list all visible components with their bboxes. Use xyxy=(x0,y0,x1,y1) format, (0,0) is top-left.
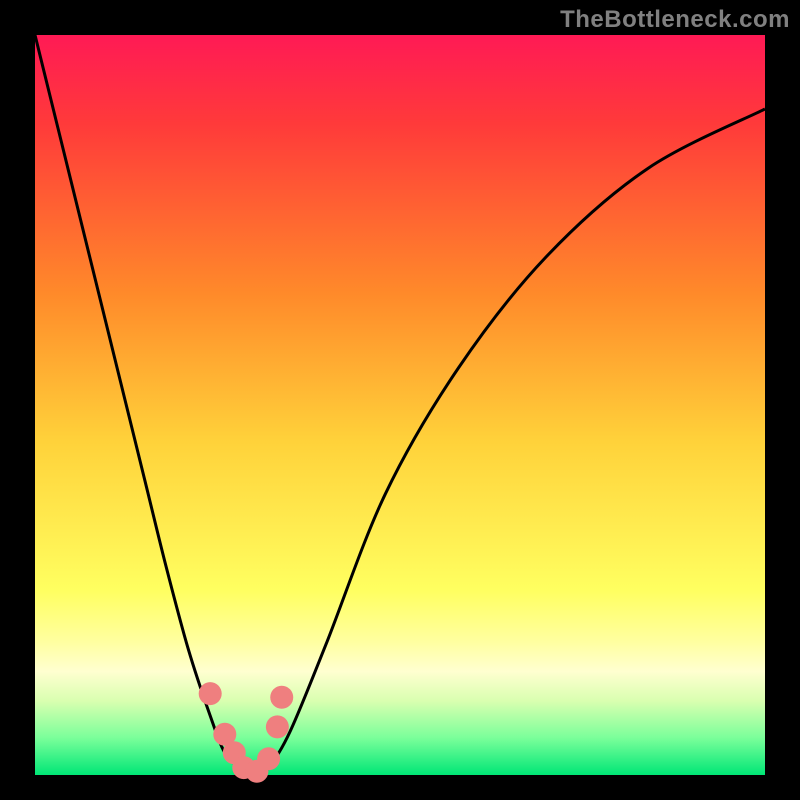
marker-dot xyxy=(199,682,222,705)
gradient-background xyxy=(35,35,765,775)
marker-dot xyxy=(257,747,280,770)
chart-container: { "watermark": "TheBottleneck.com", "cha… xyxy=(0,0,800,800)
bottleneck-chart xyxy=(0,0,800,800)
watermark-text: TheBottleneck.com xyxy=(560,6,790,34)
marker-dot xyxy=(270,686,293,709)
marker-dot xyxy=(266,715,289,738)
